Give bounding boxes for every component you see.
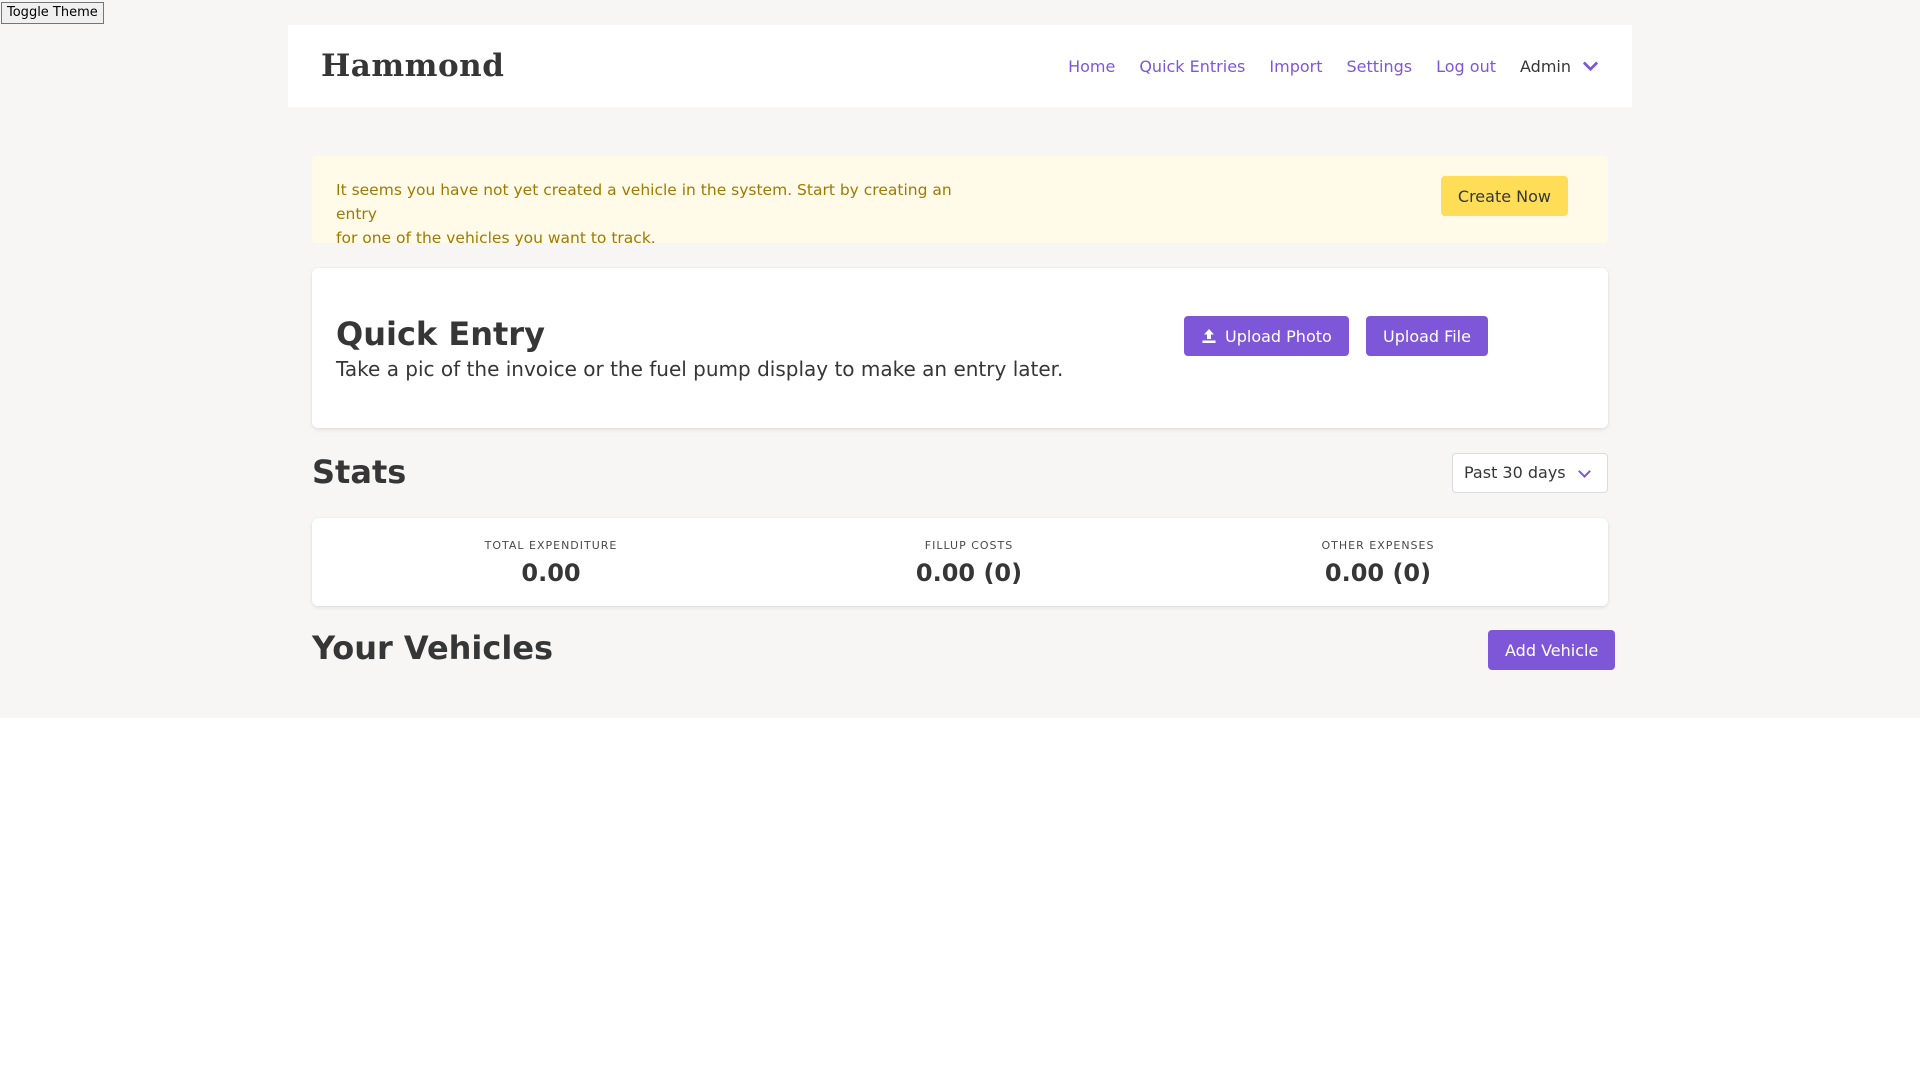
upload-icon xyxy=(1202,329,1216,343)
stat-heading: Total Expenditure xyxy=(484,539,618,552)
nav-link-log-out[interactable]: Log out xyxy=(1436,57,1496,76)
user-menu-label: Admin xyxy=(1520,56,1571,76)
nav-link-settings[interactable]: Settings xyxy=(1347,57,1413,76)
nav-link-import[interactable]: Import xyxy=(1269,57,1322,76)
no-vehicle-notification: It seems you have not yet created a vehi… xyxy=(312,156,1608,247)
chevron-down-icon xyxy=(1578,465,1591,478)
upload-photo-label: Upload Photo xyxy=(1225,326,1332,346)
user-menu-dropdown[interactable]: Admin xyxy=(1520,55,1599,76)
your-vehicles-title: Your Vehicles xyxy=(312,629,554,667)
toggle-theme-button[interactable]: Toggle Theme xyxy=(1,2,104,24)
stat-heading: Fillup Costs xyxy=(924,539,1014,552)
create-now-button[interactable]: Create Now xyxy=(1440,176,1568,216)
add-vehicle-button[interactable]: Add Vehicle xyxy=(1488,630,1616,670)
stat-value: 0.00 (0) xyxy=(1324,559,1432,587)
notification-text-line1: It seems you have not yet created a vehi… xyxy=(336,181,952,223)
stats-period-select[interactable]: Past 30 days xyxy=(1452,453,1608,493)
stats-box: Total Expenditure 0.00 Fillup Costs 0.00… xyxy=(312,518,1608,606)
brand-logo[interactable]: Hammond xyxy=(321,25,504,107)
upload-file-button[interactable]: Upload File xyxy=(1366,316,1488,356)
stats-period-value: Past 30 days xyxy=(1464,463,1566,482)
notification-text-line2: for one of the vehicles you want to trac… xyxy=(336,229,656,247)
quick-entry-box: Quick Entry Take a pic of the invoice or… xyxy=(312,268,1608,428)
notification-text: It seems you have not yet created a vehi… xyxy=(336,178,976,250)
nav-link-quick-entries[interactable]: Quick Entries xyxy=(1139,57,1245,76)
nav-links: Home Quick Entries Import Settings Log o… xyxy=(1044,25,1599,107)
navbar: Hammond Home Quick Entries Import Settin… xyxy=(288,25,1632,107)
stat-value: 0.00 xyxy=(521,559,581,587)
upload-photo-button[interactable]: Upload Photo xyxy=(1184,316,1349,356)
nav-link-home[interactable]: Home xyxy=(1068,57,1115,76)
chevron-down-icon xyxy=(1582,55,1599,72)
quick-entry-title: Quick Entry xyxy=(336,315,545,353)
quick-entry-subtitle: Take a pic of the invoice or the fuel pu… xyxy=(336,357,1064,381)
stats-title: Stats xyxy=(312,453,407,491)
stat-value: 0.00 (0) xyxy=(915,559,1023,587)
stat-heading: Other Expenses xyxy=(1321,539,1435,552)
